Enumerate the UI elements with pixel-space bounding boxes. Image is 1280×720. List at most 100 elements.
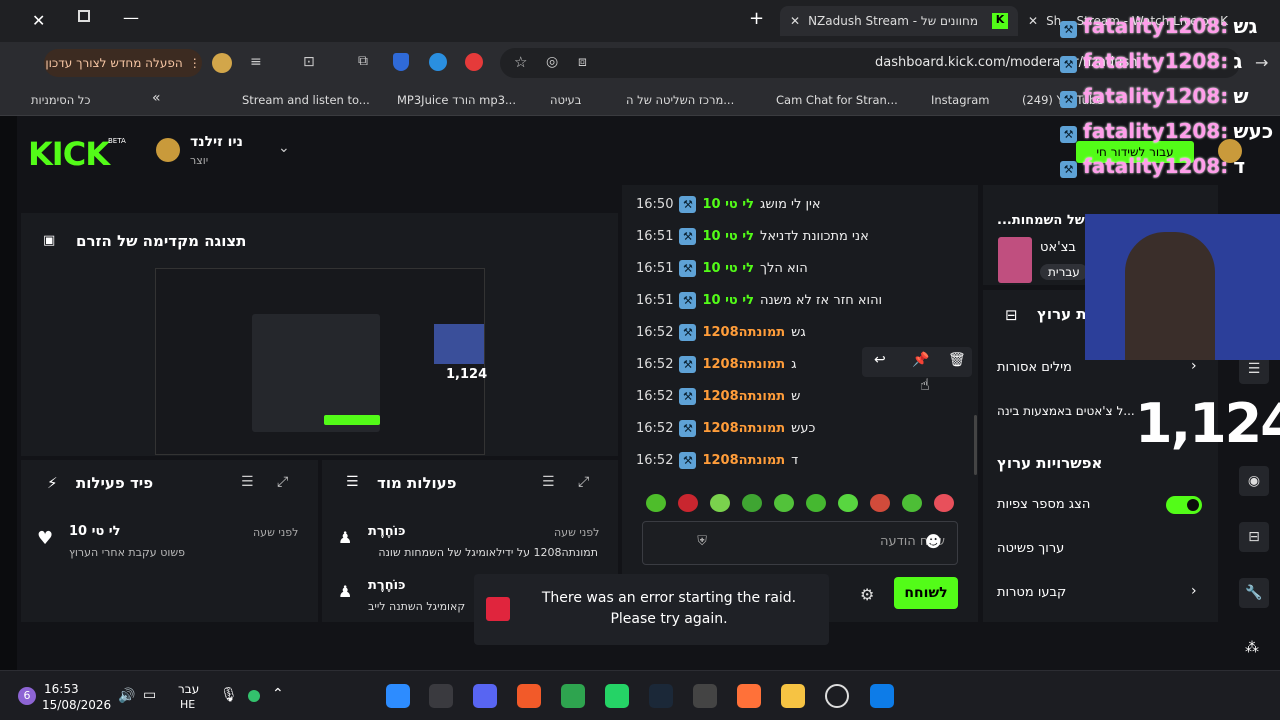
update-button[interactable]: הפעלה מחדש לצורך עדכון ⋮ — [44, 49, 202, 77]
bookmark-item[interactable]: Instagram — [931, 93, 990, 107]
chat-message[interactable]: 16:52 ⚒ תמונתה1208 גש — [636, 318, 976, 346]
shield-extension-icon[interactable] — [393, 53, 409, 71]
tools-button[interactable]: 🔧 — [1239, 578, 1269, 608]
windows-start-icon[interactable] — [870, 684, 894, 708]
microphone-icon[interactable]: 🎙 — [220, 687, 238, 703]
eye-off-icon[interactable]: ◎ — [546, 54, 558, 70]
chat-message[interactable]: 16:51 ⚒ לי טי 10 והוא חזר אז לא משנה — [636, 286, 976, 314]
broadcast-button[interactable]: ◉ — [1239, 466, 1269, 496]
new-tab-icon[interactable]: + — [749, 8, 764, 29]
settings-taskbar-icon[interactable] — [693, 684, 717, 708]
all-bookmarks[interactable]: כל הסימניות — [31, 93, 91, 107]
lang-code[interactable]: HE — [180, 698, 195, 711]
chat-username[interactable]: לי טי 10 — [702, 261, 754, 276]
emote[interactable] — [742, 494, 762, 512]
chrome2-taskbar-icon[interactable] — [561, 684, 585, 708]
bookmark-star-icon[interactable]: ☆ — [514, 53, 527, 71]
obs-taskbar-icon[interactable] — [429, 684, 453, 708]
clock-time[interactable]: 16:53 — [44, 682, 79, 696]
delete-icon[interactable]: 🗑 — [948, 352, 966, 368]
emote[interactable] — [678, 494, 698, 512]
network-icon[interactable]: ▭ — [143, 687, 156, 703]
pin-icon[interactable]: 📌 — [912, 352, 929, 368]
chat-input[interactable]: שלח הודעה ⛨ ☻ — [642, 521, 958, 565]
brave-taskbar-icon[interactable] — [517, 684, 541, 708]
clock-date[interactable]: 15/08/2026 — [42, 698, 111, 712]
emote[interactable] — [710, 494, 730, 512]
chevron-down-icon[interactable]: ⌄ — [278, 140, 290, 156]
show-viewers-toggle[interactable] — [1166, 496, 1202, 514]
chat-message[interactable]: 16:50 ⚒ לי טי 10 אין לי מושג — [636, 190, 976, 218]
edit-stream-row[interactable]: ערוך פשיטה — [997, 541, 1064, 556]
chat-message[interactable]: 16:51 ⚒ לי טי 10 הוא הלך — [636, 254, 976, 282]
chat-username[interactable]: תמונתה1208 — [702, 357, 785, 372]
notification-badge[interactable]: 6 — [18, 687, 36, 705]
emote[interactable] — [838, 494, 858, 512]
emoji-icon[interactable]: ☻ — [925, 532, 942, 551]
banned-words-row[interactable]: מילים אסורות — [997, 360, 1072, 375]
emote[interactable] — [902, 494, 922, 512]
chat-scrollbar[interactable] — [974, 415, 977, 475]
share-icon[interactable]: ⁂ — [1245, 640, 1259, 656]
lang-label[interactable]: עבר — [178, 682, 199, 696]
close-tab-icon[interactable]: ✕ — [790, 14, 800, 28]
minimize-icon[interactable]: — — [123, 8, 139, 27]
emote[interactable] — [646, 494, 666, 512]
chat-username[interactable]: תמונתה1208 — [702, 453, 785, 468]
popout-icon[interactable]: ⤢ — [277, 474, 288, 490]
tab-dashboard[interactable]: ✕ NZadush Stream - מחוונים של K — [780, 6, 1018, 36]
gear-icon[interactable]: ⚙ — [860, 585, 874, 604]
close-tab-icon[interactable]: ✕ — [1028, 14, 1038, 28]
emote[interactable] — [934, 494, 954, 512]
tray-up-icon[interactable]: ⌃ — [272, 686, 284, 702]
chat-username[interactable]: תמונתה1208 — [702, 421, 785, 436]
emote[interactable] — [774, 494, 794, 512]
layout-button[interactable]: ⊟ — [1239, 522, 1269, 552]
firefox-taskbar-icon[interactable] — [737, 684, 761, 708]
record-extension-icon[interactable] — [465, 53, 483, 71]
extensions-icon[interactable]: ⧉ — [358, 53, 368, 69]
chat-message[interactable]: 16:52 ⚒ תמונתה1208 ד — [636, 446, 976, 474]
chat-username[interactable]: לי טי 10 — [702, 197, 754, 212]
reply-icon[interactable]: ↩ — [874, 352, 886, 368]
chevron-right-icon[interactable]: › — [1191, 358, 1197, 374]
media-icon[interactable]: ≡ — [250, 54, 262, 70]
whatsapp-taskbar-icon[interactable] — [605, 684, 629, 708]
send-chat-button[interactable]: לשוחח — [894, 577, 958, 609]
chevron-right-icon[interactable]: › — [1191, 583, 1197, 599]
bookmark-item[interactable]: מרכז השליטה של ה... — [626, 93, 734, 107]
status-dot-icon[interactable] — [248, 690, 260, 702]
stream-preview-video[interactable]: 1,124 — [155, 268, 487, 455]
chat-username[interactable]: לי טי 10 — [702, 293, 754, 308]
chat-username[interactable]: תמונתה1208 — [702, 325, 785, 340]
maximize-icon[interactable] — [78, 10, 90, 22]
close-icon[interactable]: ✕ — [32, 11, 45, 30]
screenshot-icon[interactable]: ⊡ — [303, 54, 315, 70]
ai-chat-row[interactable]: ...ל צ'אטים באמצעות בינה — [997, 404, 1135, 418]
steam-taskbar-icon[interactable] — [649, 684, 673, 708]
chat-message[interactable]: 16:52 ⚒ תמונתה1208 כעש — [636, 414, 976, 442]
chat-username[interactable]: תמונתה1208 — [702, 389, 785, 404]
chat-message[interactable]: 16:51 ⚒ לי טי 10 אני מתכוונת לדניאל — [636, 222, 976, 250]
profile-avatar[interactable] — [212, 53, 232, 73]
set-goals-row[interactable]: קבעו מטרות — [997, 585, 1066, 600]
bookmark-item[interactable]: Stream and listen to... — [242, 93, 370, 107]
bookmark-item[interactable]: MP3Juice הורד mp3... — [397, 93, 516, 107]
filter-icon[interactable]: ☰ — [241, 474, 254, 490]
search-taskbar-icon[interactable] — [825, 684, 849, 708]
chevron-left-icon[interactable]: « — [152, 90, 161, 106]
vpn-extension-icon[interactable] — [429, 53, 447, 71]
explorer-taskbar-icon[interactable] — [781, 684, 805, 708]
bookmark-item[interactable]: Cam Chat for Stran... — [776, 93, 898, 107]
chat-username[interactable]: לי טי 10 — [702, 229, 754, 244]
popout-icon[interactable]: ⤢ — [578, 474, 589, 490]
translate-icon[interactable]: ⧈ — [578, 54, 587, 70]
bookmark-item[interactable]: בעיטה — [550, 93, 581, 107]
kick-logo[interactable]: KICK — [28, 135, 110, 173]
filter-icon[interactable]: ☰ — [542, 474, 555, 490]
emote[interactable] — [806, 494, 826, 512]
volume-icon[interactable]: 🔊 — [118, 688, 135, 704]
discord-taskbar-icon[interactable] — [473, 684, 497, 708]
chrome-taskbar-icon[interactable] — [386, 684, 410, 708]
emote[interactable] — [870, 494, 890, 512]
